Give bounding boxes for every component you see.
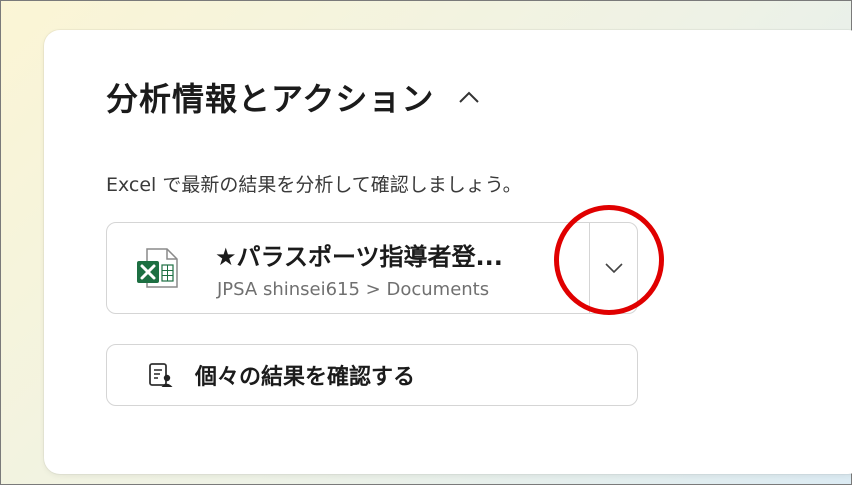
chevron-down-icon [604,259,624,278]
excel-file-icon [135,245,181,291]
file-card: ★パラスポーツ指導者登... JPSA shinsei615 > Documen… [106,222,638,314]
clipboard-person-icon [145,360,175,390]
file-name: ★パラスポーツ指導者登... [215,243,503,271]
chevron-up-icon[interactable] [456,84,482,110]
section-title: 分析情報とアクション [106,80,435,118]
file-path: JPSA shinsei615 > Documents [217,279,490,300]
open-file-button[interactable]: ★パラスポーツ指導者登... JPSA shinsei615 > Documen… [107,223,589,313]
section-subtitle: Excel で最新の結果を分析して確認しましょう。 [106,174,522,196]
section-header: 分析情報とアクション [106,74,482,120]
view-individual-results-button[interactable]: 個々の結果を確認する [106,344,638,406]
file-options-dropdown-button[interactable] [590,223,637,313]
view-results-label: 個々の結果を確認する [195,365,416,390]
